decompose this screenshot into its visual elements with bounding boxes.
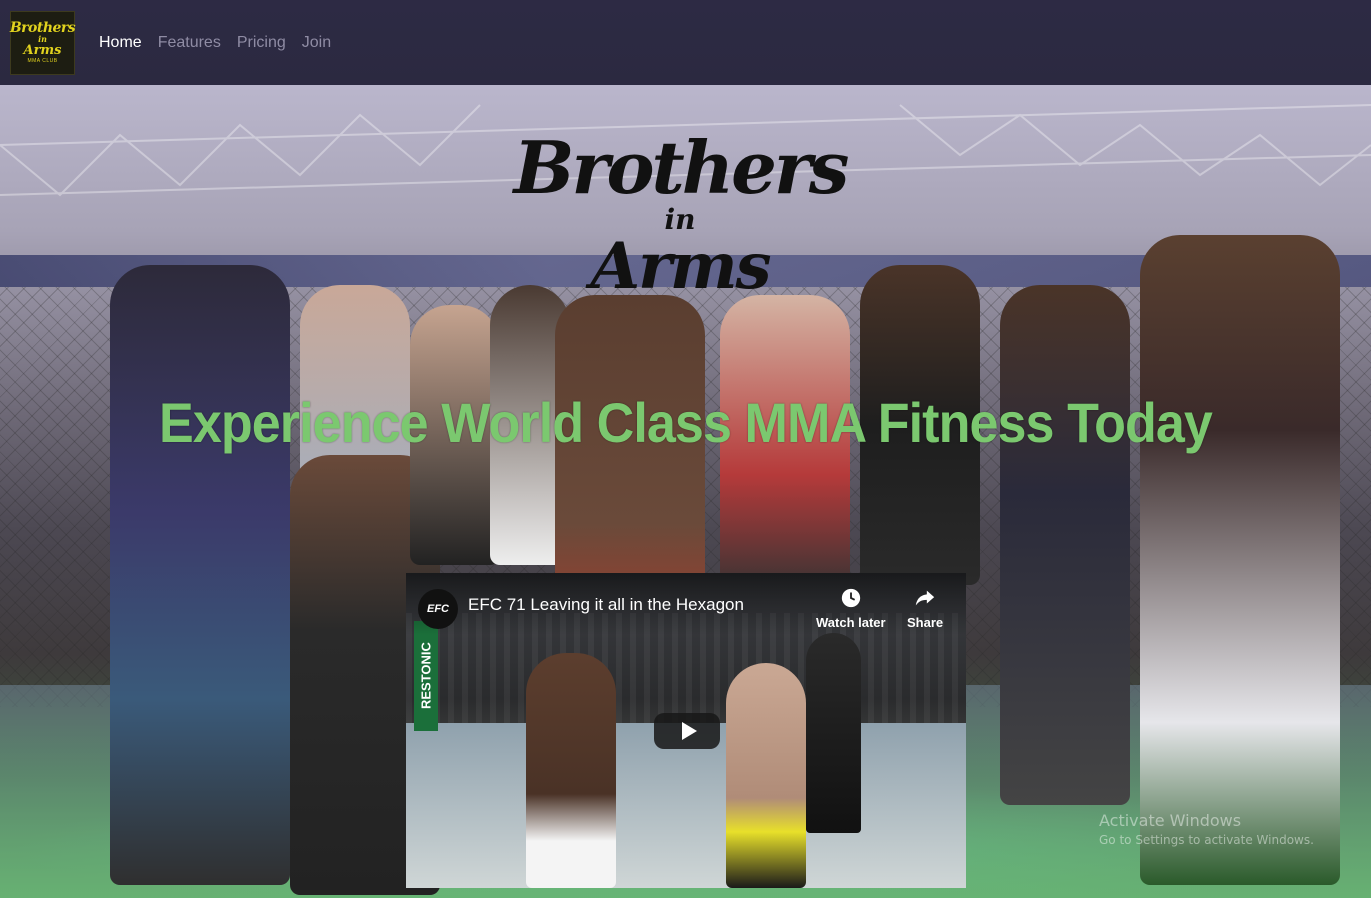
watermark-line1: Activate Windows xyxy=(1099,811,1242,830)
hero-logo: Brothers in Arms xyxy=(513,95,850,335)
watch-later-button[interactable]: Watch later xyxy=(816,587,886,630)
video-sponsor-banner: RESTONIC xyxy=(414,621,438,731)
fighter-figure xyxy=(1140,235,1340,885)
fighter-figure xyxy=(110,265,290,885)
channel-icon[interactable]: EFC xyxy=(418,589,458,629)
share-button[interactable]: Share xyxy=(907,587,943,630)
nav-link-join[interactable]: Join xyxy=(302,34,331,52)
brand-logo[interactable]: Brothers in Arms MMA CLUB xyxy=(9,10,76,75)
play-button[interactable] xyxy=(654,713,720,749)
brand-logo-line3: Arms xyxy=(23,42,62,58)
video-embed[interactable]: RESTONIC EFC EFC 71 Leaving it all in th… xyxy=(406,573,966,888)
clock-icon xyxy=(841,588,860,608)
fighter-figure xyxy=(1000,285,1130,805)
nav-links: Home Features Pricing Join xyxy=(99,34,331,52)
video-title[interactable]: EFC 71 Leaving it all in the Hexagon xyxy=(468,595,744,615)
watch-later-label: Watch later xyxy=(816,615,886,630)
watermark-line2: Go to Settings to activate Windows. xyxy=(1099,833,1314,847)
navbar: Brothers in Arms MMA CLUB Home Features … xyxy=(0,0,1371,85)
nav-link-pricing[interactable]: Pricing xyxy=(237,34,286,52)
hero-headline: Experience World Class MMA Fitness Today xyxy=(159,391,1213,454)
hero-logo-line3: Arms xyxy=(590,229,771,304)
share-arrow-icon xyxy=(915,590,935,606)
nav-link-home[interactable]: Home xyxy=(99,34,142,52)
video-referee-figure xyxy=(806,633,861,833)
share-label: Share xyxy=(907,615,944,630)
hero-section: Brothers in Arms Experience World Class … xyxy=(0,85,1371,898)
video-fighter-figure xyxy=(526,653,616,888)
brand-logo-line4: MMA CLUB xyxy=(27,57,58,64)
play-icon xyxy=(681,722,697,740)
nav-link-features[interactable]: Features xyxy=(158,34,221,52)
activate-windows-watermark: Activate Windows Go to Settings to activ… xyxy=(1099,811,1314,849)
brand-logo-line1: Brothers xyxy=(9,19,76,36)
hero-logo-line1: Brothers xyxy=(513,125,850,210)
video-fighter-figure xyxy=(726,663,806,888)
